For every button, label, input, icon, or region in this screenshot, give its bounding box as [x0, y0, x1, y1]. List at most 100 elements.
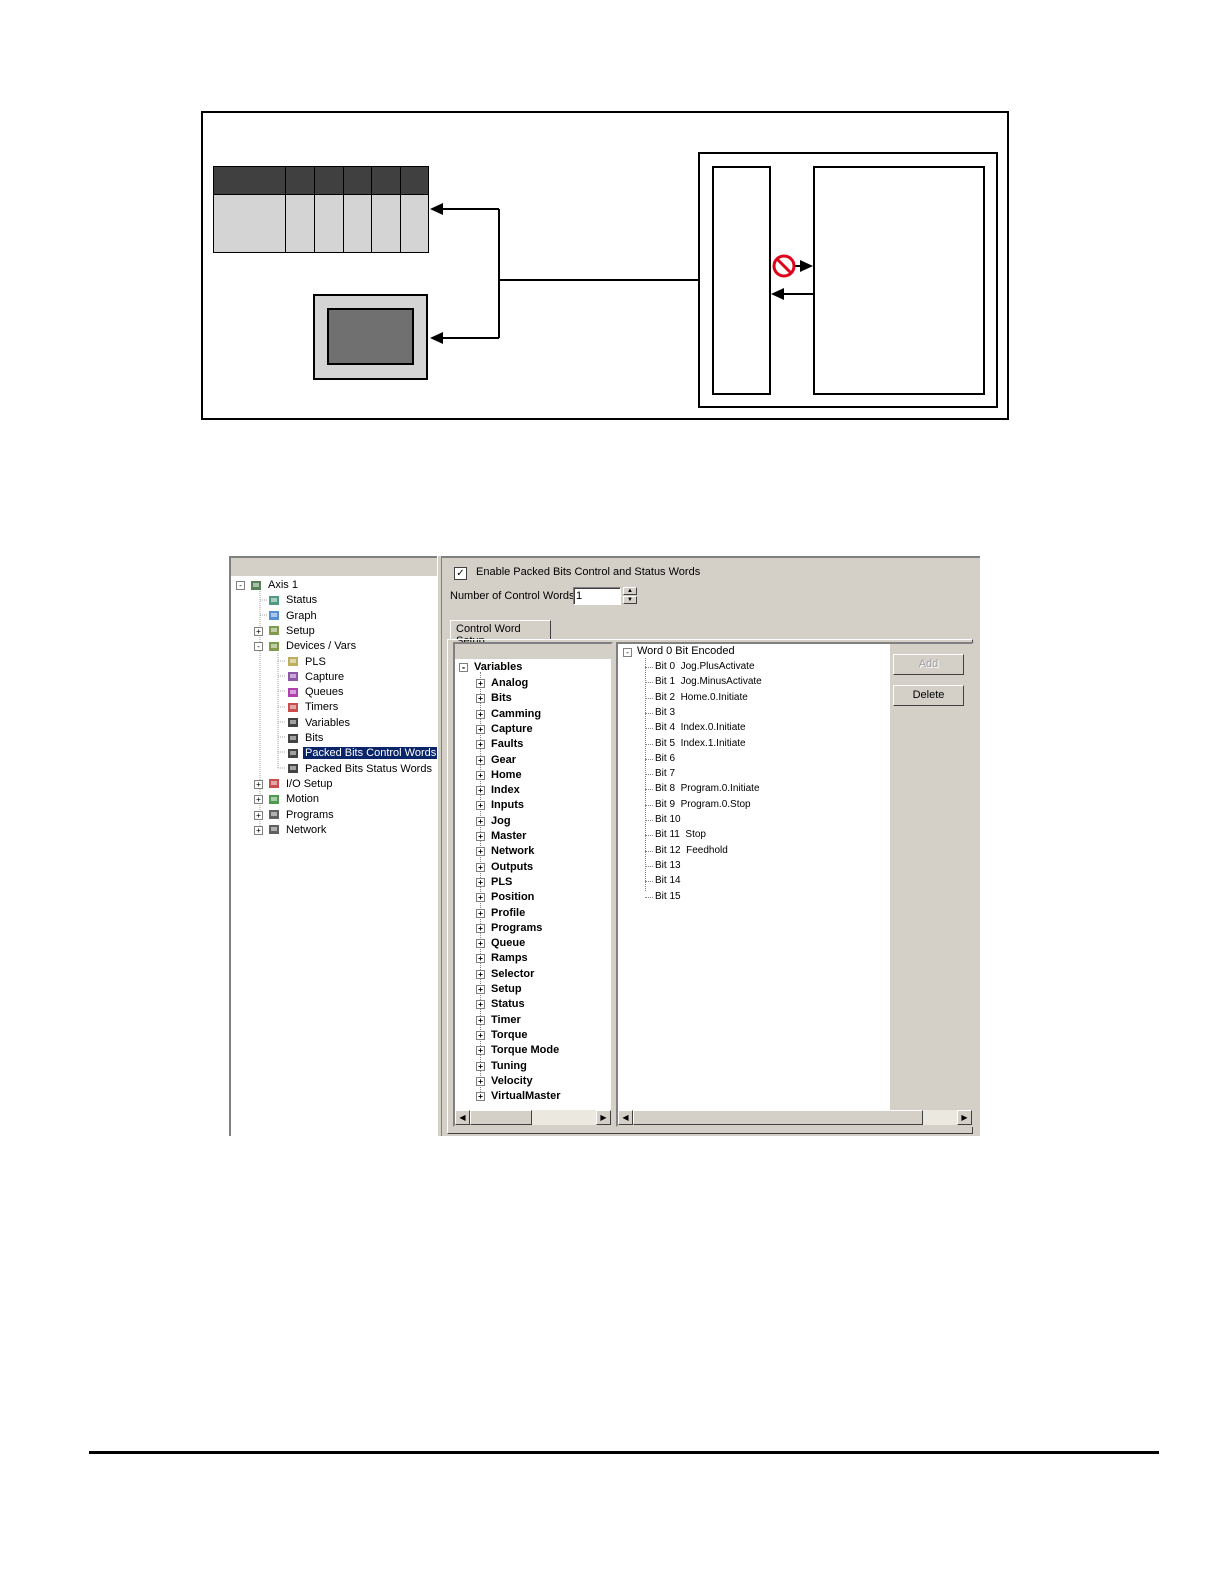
expander-toggle[interactable]: + [476, 755, 485, 765]
expander-toggle[interactable]: + [476, 877, 485, 887]
variable-group-programs[interactable]: + Programs [476, 921, 542, 936]
bit-row[interactable]: Bit 6 [655, 751, 681, 766]
expander-toggle[interactable]: + [476, 740, 485, 750]
variable-group-faults[interactable]: + Faults [476, 737, 523, 752]
scroll-left-arrow[interactable]: ◀ [455, 1110, 470, 1125]
variables-listbox[interactable]: - Variables + Analog + Bits + Camming + Capture + F… [453, 642, 613, 1127]
expander-toggle[interactable]: + [476, 679, 485, 688]
variable-group-analog[interactable]: + Analog [476, 676, 528, 691]
spin-down-button[interactable]: ▼ [623, 596, 637, 604]
tree-item-capture[interactable]: Capture [286, 670, 346, 685]
bit-row[interactable]: Bit 2 Home.0.Initiate [655, 690, 748, 705]
bit-row[interactable]: Bit 5 Index.1.Initiate [655, 736, 746, 751]
variable-group-gear[interactable]: + Gear [476, 753, 516, 768]
expander-toggle[interactable]: + [476, 1030, 485, 1040]
tree-item-i-o-setup[interactable]: + I/O Setup [254, 777, 334, 792]
bit-row[interactable]: Bit 13 [655, 858, 686, 873]
num-control-words-input[interactable]: 1 [573, 587, 621, 605]
variable-group-virtualmaster[interactable]: + VirtualMaster [476, 1089, 561, 1104]
variable-group-timer[interactable]: + Timer [476, 1013, 521, 1028]
tree-item-pls[interactable]: PLS [286, 655, 328, 670]
variable-group-tuning[interactable]: + Tuning [476, 1059, 527, 1074]
variable-group-setup[interactable]: + Setup [476, 982, 522, 997]
bit-row[interactable]: Bit 11 Stop [655, 827, 706, 842]
expander-toggle[interactable]: + [476, 1015, 485, 1025]
variables-root-node[interactable]: - Variables [459, 660, 522, 675]
expander-toggle[interactable]: + [476, 801, 485, 811]
tree-item-queues[interactable]: Queues [286, 685, 346, 700]
expander-toggle[interactable]: + [476, 816, 485, 826]
scroll-right-arrow[interactable]: ▶ [596, 1110, 611, 1125]
bit-row[interactable]: Bit 4 Index.0.Initiate [655, 720, 746, 735]
variable-group-queue[interactable]: + Queue [476, 936, 525, 951]
scroll-thumb[interactable] [470, 1110, 532, 1125]
expander-toggle[interactable]: + [476, 709, 485, 719]
expander-toggle[interactable]: + [476, 724, 485, 734]
word-hscrollbar[interactable]: ◀ ▶ [618, 1110, 972, 1125]
variable-group-network[interactable]: + Network [476, 844, 534, 859]
expander-toggle[interactable]: + [476, 1046, 485, 1056]
expander-toggle[interactable]: + [476, 985, 485, 994]
variables-hscrollbar[interactable]: ◀ ▶ [455, 1110, 611, 1125]
tree-item-status[interactable]: Status [267, 593, 319, 608]
expander-toggle[interactable]: + [476, 908, 485, 918]
word-0-node[interactable]: Word 0 Bit Encoded [637, 644, 735, 659]
expander-toggle[interactable]: + [254, 626, 263, 636]
expander-toggle[interactable]: + [476, 969, 485, 979]
expander-toggle[interactable]: + [476, 1092, 485, 1102]
tree-item-motion[interactable]: + Motion [254, 792, 321, 807]
tree-item-devices-vars[interactable]: - Devices / Vars [254, 639, 358, 654]
expander-toggle[interactable]: + [476, 1000, 485, 1010]
bit-row[interactable]: Bit 10 [655, 812, 686, 827]
variable-group-master[interactable]: + Master [476, 829, 526, 844]
expander-toggle[interactable]: + [476, 694, 485, 704]
variable-group-bits[interactable]: + Bits [476, 691, 512, 706]
bit-row[interactable]: Bit 0 Jog.PlusActivate [655, 659, 755, 674]
scroll-thumb[interactable] [633, 1110, 923, 1125]
variable-group-velocity[interactable]: + Velocity [476, 1074, 533, 1089]
tree-item-network[interactable]: + Network [254, 823, 328, 838]
variable-group-pls[interactable]: + PLS [476, 875, 512, 890]
expander-toggle[interactable]: + [476, 1076, 485, 1086]
variable-group-inputs[interactable]: + Inputs [476, 798, 524, 813]
scroll-right-arrow[interactable]: ▶ [957, 1110, 972, 1125]
variable-group-profile[interactable]: + Profile [476, 906, 525, 921]
variable-group-torque-mode[interactable]: + Torque Mode [476, 1043, 559, 1058]
add-button[interactable]: Add [893, 654, 964, 675]
expander-toggle[interactable]: + [254, 795, 263, 805]
enable-packed-bits-checkbox[interactable]: ✓ [454, 567, 467, 580]
expander-toggle[interactable]: + [254, 779, 263, 789]
bit-row[interactable]: Bit 8 Program.0.Initiate [655, 781, 760, 796]
variable-group-torque[interactable]: + Torque [476, 1028, 527, 1043]
expander-toggle[interactable]: + [476, 1061, 485, 1071]
bit-row[interactable]: Bit 9 Program.0.Stop [655, 797, 751, 812]
expander-toggle[interactable]: - [254, 642, 263, 652]
variable-group-home[interactable]: + Home [476, 768, 522, 783]
bit-row[interactable]: Bit 14 [655, 873, 686, 888]
tree-item-programs[interactable]: + Programs [254, 808, 336, 823]
variable-group-ramps[interactable]: + Ramps [476, 951, 528, 966]
variable-group-capture[interactable]: + Capture [476, 722, 533, 737]
tree-item-bits[interactable]: Bits [286, 731, 325, 746]
word-collapse-toggle[interactable]: - [623, 648, 632, 657]
variable-group-position[interactable]: + Position [476, 890, 534, 905]
tab-control-word-setup[interactable]: Control Word Setup [450, 620, 551, 647]
variable-group-selector[interactable]: + Selector [476, 967, 534, 982]
spin-up-button[interactable]: ▲ [623, 587, 637, 595]
tree-item-variables[interactable]: Variables [286, 716, 352, 731]
expander-toggle[interactable]: + [476, 862, 485, 872]
scroll-left-arrow[interactable]: ◀ [618, 1110, 633, 1125]
tree-item-axis-1[interactable]: - Axis 1 [236, 578, 300, 593]
variable-group-camming[interactable]: + Camming [476, 707, 541, 722]
expander-toggle[interactable]: + [476, 832, 485, 841]
expander-toggle[interactable]: + [476, 939, 485, 949]
variable-group-jog[interactable]: + Jog [476, 814, 511, 829]
variable-group-outputs[interactable]: + Outputs [476, 860, 533, 875]
expander-toggle[interactable]: + [476, 923, 485, 933]
bit-row[interactable]: Bit 1 Jog.MinusActivate [655, 674, 762, 689]
expander-toggle[interactable]: + [476, 893, 485, 903]
bit-row[interactable]: Bit 15 [655, 889, 686, 904]
expander-toggle[interactable]: + [476, 770, 485, 780]
control-word-listbox[interactable]: - Word 0 Bit Encoded Bit 0 Jog.PlusActiv… [616, 642, 974, 1127]
expander-toggle[interactable]: - [459, 663, 468, 672]
